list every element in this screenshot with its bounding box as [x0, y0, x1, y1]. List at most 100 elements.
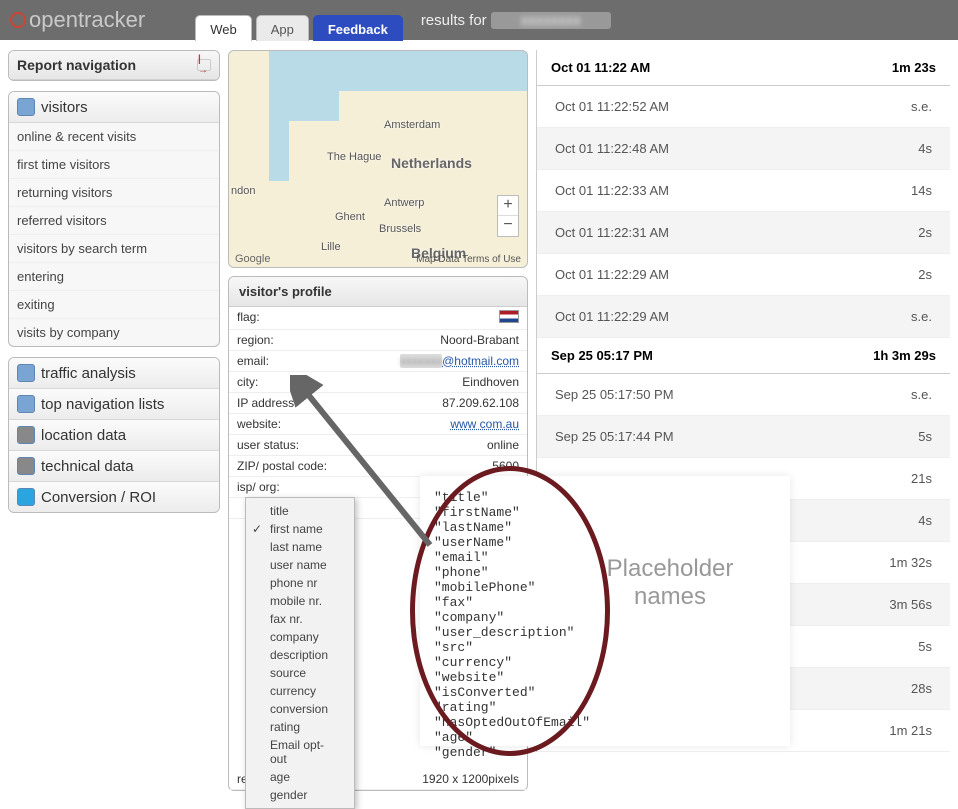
collapse-icon[interactable]: |→	[197, 59, 211, 71]
map-city-label: The Hague	[327, 151, 381, 163]
popup-item-user-name[interactable]: user name	[246, 556, 354, 574]
placeholder-name: "firstName"	[434, 505, 776, 520]
placeholder-name: "title"	[434, 490, 776, 505]
tab-feedback[interactable]: Feedback	[313, 15, 403, 41]
session-header[interactable]: Oct 01 11:22 AM1m 23s	[537, 50, 950, 86]
profile-row: region:Noord-Brabant	[229, 330, 527, 351]
visit-row[interactable]: Oct 01 11:22:31 AM2s	[537, 212, 950, 254]
popup-item-first-name[interactable]: first name	[246, 520, 354, 538]
section-icon	[17, 488, 35, 506]
visit-row[interactable]: Sep 25 05:17:50 PMs.e.	[537, 374, 950, 416]
top-bar: opentracker WebAppFeedback results for x…	[0, 0, 958, 40]
sidebar: Report navigation |→ visitors online & r…	[8, 50, 220, 523]
visit-row[interactable]: Oct 01 11:22:29 AMs.e.	[537, 296, 950, 338]
zoom-in-button[interactable]: +	[498, 196, 518, 216]
sidebar-section-location-data[interactable]: location data	[9, 420, 219, 451]
profile-header: visitor's profile	[229, 277, 527, 307]
popup-item-phone-nr[interactable]: phone nr	[246, 574, 354, 592]
visitors-icon	[17, 98, 35, 116]
sidebar-section-top-navigation-lists[interactable]: top navigation lists	[9, 389, 219, 420]
visit-row[interactable]: Oct 01 11:22:48 AM4s	[537, 128, 950, 170]
map-zoom-control: + −	[497, 195, 519, 237]
placeholder-name: "hasOptedOutOfEmail"	[434, 715, 776, 730]
visit-row[interactable]: Oct 01 11:22:33 AM14s	[537, 170, 950, 212]
placeholder-name: "rating"	[434, 700, 776, 715]
placeholder-name: "mobilePhone"	[434, 580, 776, 595]
map-city-label: Lille	[321, 241, 341, 253]
sidebar-item-exiting[interactable]: exiting	[9, 291, 219, 319]
sidebar-section-technical-data[interactable]: technical data	[9, 451, 219, 482]
session-header[interactable]: Sep 25 05:17 PM1h 3m 29s	[537, 338, 950, 374]
placeholder-name: "currency"	[434, 655, 776, 670]
profile-row: IP address:87.209.62.108	[229, 393, 527, 414]
section-icon	[17, 426, 35, 444]
map-city-label: Antwerp	[384, 197, 424, 209]
section-icon	[17, 364, 35, 382]
placeholder-name: "gender"	[434, 745, 776, 760]
section-icon	[17, 457, 35, 475]
popup-item-last-name[interactable]: last name	[246, 538, 354, 556]
popup-item-email-opt-out[interactable]: Email opt-out	[246, 736, 354, 768]
map[interactable]: Amsterdam The Hague Antwerp Brussels Lille Gh…	[228, 50, 528, 268]
visit-row[interactable]: Oct 01 11:22:52 AMs.e.	[537, 86, 950, 128]
popup-item-company[interactable]: company	[246, 628, 354, 646]
placeholder-name: "phone"	[434, 565, 776, 580]
zoom-out-button[interactable]: −	[498, 216, 518, 236]
field-select-popup: titlefirst namelast nameuser namephone n…	[245, 497, 355, 809]
placeholder-name: "lastName"	[434, 520, 776, 535]
placeholder-name: "email"	[434, 550, 776, 565]
report-nav-header: Report navigation |→	[9, 51, 219, 80]
visitors-section-head[interactable]: visitors	[9, 92, 219, 123]
map-city-label: ndon	[231, 185, 255, 197]
sidebar-item-online-recent-visits[interactable]: online & recent visits	[9, 123, 219, 151]
header-tabs: WebAppFeedback	[195, 0, 403, 40]
results-site-blurred: xxxxxxxx	[491, 12, 611, 29]
map-city-label: Brussels	[379, 223, 421, 235]
popup-item-gender[interactable]: gender	[246, 786, 354, 804]
placeholder-name: "website"	[434, 670, 776, 685]
profile-row: ZIP/ postal code:5600	[229, 456, 527, 477]
sidebar-section-conversion-roi[interactable]: Conversion / ROI	[9, 482, 219, 512]
sidebar-item-visits-by-company[interactable]: visits by company	[9, 319, 219, 346]
sidebar-item-visitors-by-search-term[interactable]: visitors by search term	[9, 235, 219, 263]
sidebar-section-traffic-analysis[interactable]: traffic analysis	[9, 358, 219, 389]
popup-item-rating[interactable]: rating	[246, 718, 354, 736]
map-city-label: Amsterdam	[384, 119, 440, 131]
placeholder-name: "age"	[434, 730, 776, 745]
popup-item-mobile-nr-[interactable]: mobile nr.	[246, 592, 354, 610]
map-country-label: Netherlands	[391, 155, 472, 171]
sidebar-item-returning-visitors[interactable]: returning visitors	[9, 179, 219, 207]
popup-item-fax-nr-[interactable]: fax nr.	[246, 610, 354, 628]
brand-logo: opentracker	[10, 7, 145, 33]
popup-item-age[interactable]: age	[246, 768, 354, 786]
popup-item-title[interactable]: title	[246, 502, 354, 520]
map-city-label: Ghent	[335, 211, 365, 223]
flag-nl-icon	[499, 310, 519, 323]
visit-row[interactable]: Sep 25 05:17:44 PM5s	[537, 416, 950, 458]
profile-row: user status:online	[229, 435, 527, 456]
map-attribution: Google	[235, 253, 270, 265]
profile-row: city:Eindhoven	[229, 372, 527, 393]
sidebar-item-first-time-visitors[interactable]: first time visitors	[9, 151, 219, 179]
popup-item-currency[interactable]: currency	[246, 682, 354, 700]
brand-text: opentracker	[29, 7, 145, 33]
profile-row: email:xxxxxxx@hotmail.com	[229, 351, 527, 372]
results-for-label: results for xxxxxxxx	[421, 12, 611, 29]
placeholder-name: "fax"	[434, 595, 776, 610]
visit-row[interactable]: Oct 01 11:22:29 AM2s	[537, 254, 950, 296]
sidebar-item-entering[interactable]: entering	[9, 263, 219, 291]
placeholder-name: "src"	[434, 640, 776, 655]
section-icon	[17, 395, 35, 413]
popup-item-conversion[interactable]: conversion	[246, 700, 354, 718]
placeholder-name: "company"	[434, 610, 776, 625]
map-terms[interactable]: Map Data Terms of Use	[416, 254, 521, 265]
placeholder-name: "user_description"	[434, 625, 776, 640]
logo-o-icon	[10, 12, 26, 28]
popup-item-source[interactable]: source	[246, 664, 354, 682]
tab-app[interactable]: App	[256, 15, 309, 41]
placeholder-name: "isConverted"	[434, 685, 776, 700]
sidebar-item-referred-visitors[interactable]: referred visitors	[9, 207, 219, 235]
popup-item-description[interactable]: description	[246, 646, 354, 664]
tab-web[interactable]: Web	[195, 15, 252, 41]
placeholder-code-box: "title""firstName""lastName""userName""e…	[420, 476, 790, 746]
